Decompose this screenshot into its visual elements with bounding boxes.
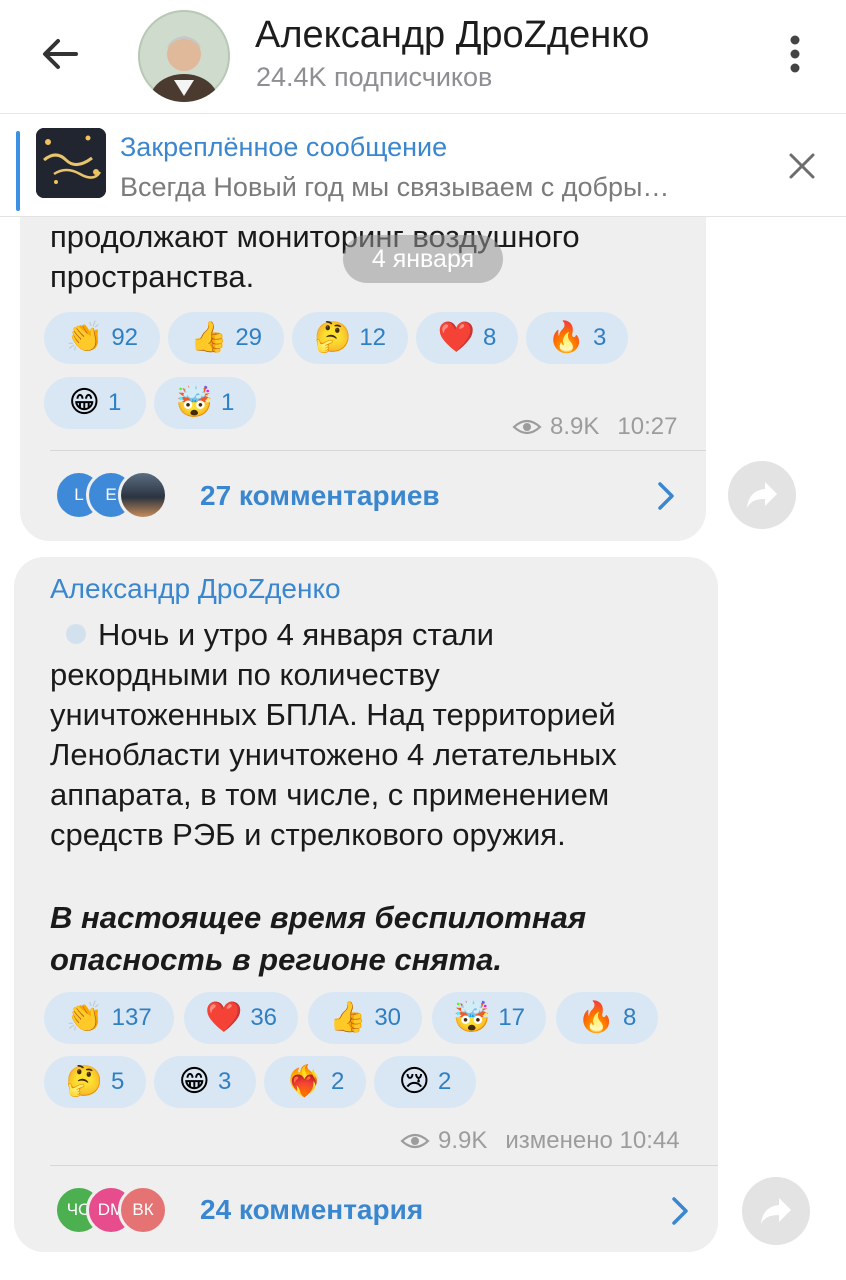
message-text: Ночь и утро 4 января стали рекордными по… (50, 617, 617, 852)
chevron-right-icon[interactable] (670, 1196, 690, 1226)
divider (50, 1165, 718, 1166)
eye-icon (400, 1133, 430, 1149)
more-menu-button[interactable] (770, 26, 820, 82)
message-meta: 9.9K изменено 10:44 (400, 1127, 680, 1155)
share-button[interactable] (728, 461, 796, 529)
channel-header: Александр ДроZденко 24.4K подписчиков (0, 0, 846, 114)
divider (50, 450, 706, 451)
reaction-chip[interactable]: 🤯 17 (432, 992, 546, 1044)
comments-avatars[interactable]: ЧО DM ВК (54, 1185, 168, 1235)
reaction-chip[interactable]: 👍 29 (168, 312, 284, 364)
message-text-emphasis: В настоящее время беспилотная опасность … (50, 900, 587, 977)
view-count: 9.9K (438, 1127, 488, 1154)
subscriber-count: 24.4K подписчиков (256, 62, 493, 92)
channel-title[interactable]: Александр ДроZденко (255, 14, 649, 57)
reaction-chip[interactable]: ❤️ 8 (416, 312, 518, 364)
reaction-chip[interactable]: 😁 1 (44, 377, 146, 429)
message-feed[interactable]: 4 января продолжают мониторинг воздушног… (0, 217, 846, 1280)
comments-avatars[interactable]: L E (54, 470, 168, 520)
reaction-chip[interactable]: 🤔 12 (292, 312, 408, 364)
reaction-chip[interactable]: 🔥 8 (556, 992, 658, 1044)
message-meta: 8.9K 10:27 (512, 413, 677, 441)
message-time: изменено 10:44 (505, 1127, 680, 1154)
message-time: 10:27 (617, 413, 678, 440)
reaction-chip[interactable]: ❤️ 36 (184, 992, 298, 1044)
share-button[interactable] (742, 1177, 810, 1245)
back-button[interactable] (30, 26, 90, 82)
pinned-thumbnail (36, 128, 106, 198)
pinned-preview-text: Всегда Новый год мы связываем с добры… (120, 172, 670, 202)
reaction-chip[interactable]: 👍 30 (308, 992, 422, 1044)
chevron-right-icon[interactable] (656, 481, 676, 511)
date-separator: 4 января (343, 235, 503, 283)
reaction-chip[interactable]: 🤯 1 (154, 377, 256, 429)
reaction-chip[interactable]: ❤️‍🔥 2 (264, 1056, 366, 1108)
eye-icon (512, 419, 542, 435)
close-icon (789, 153, 815, 179)
reaction-chip[interactable]: 🤔 5 (44, 1056, 146, 1108)
arrow-left-icon (43, 39, 78, 69)
reaction-chip[interactable]: 😁 3 (154, 1056, 256, 1108)
close-pinned-button[interactable] (776, 140, 828, 192)
channel-avatar[interactable] (138, 10, 230, 102)
view-count: 8.9K (550, 413, 600, 440)
share-arrow-icon (761, 1198, 791, 1224)
pinned-title: Закреплённое сообщение (120, 132, 448, 162)
more-vertical-icon (790, 35, 800, 73)
comments-link[interactable]: 27 комментариев (200, 480, 440, 512)
commenter-avatar: ВК (118, 1185, 168, 1235)
pinned-message-bar[interactable]: Закреплённое сообщение Всегда Новый год … (0, 115, 846, 217)
reaction-chip[interactable]: 😢 2 (374, 1056, 476, 1108)
reaction-chip[interactable]: 👏 137 (44, 992, 174, 1044)
share-arrow-icon (747, 482, 777, 508)
commenter-avatar (118, 470, 168, 520)
reaction-chip[interactable]: 👏 92 (44, 312, 160, 364)
comments-link[interactable]: 24 комментария (200, 1194, 423, 1226)
reaction-chip[interactable]: 🔥 3 (526, 312, 628, 364)
pinned-indicator (16, 131, 20, 211)
message-author[interactable]: Александр ДроZденко (50, 573, 341, 605)
